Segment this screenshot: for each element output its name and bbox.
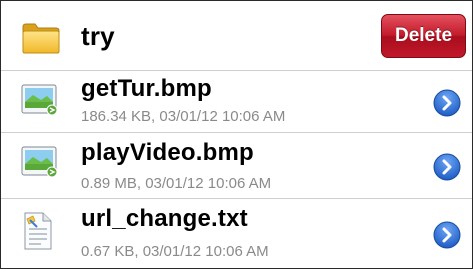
disclosure-button[interactable] (433, 89, 461, 117)
file-list: try Delete getTur.bmp 186.34 KB, 03/01/1… (0, 0, 473, 269)
chevron-right-icon (433, 221, 461, 249)
file-row[interactable]: getTur.bmp 186.34 KB, 03/01/12 10:06 AM (1, 71, 472, 133)
delete-button[interactable]: Delete (381, 14, 466, 58)
disclosure-button[interactable] (433, 221, 461, 249)
chevron-right-icon (433, 153, 461, 181)
folder-name: try (81, 21, 115, 51)
image-file-icon (21, 145, 59, 184)
file-details: 0.89 MB, 03/01/12 10:06 AM (81, 175, 272, 192)
file-details: 186.34 KB, 03/01/12 10:06 AM (81, 108, 286, 125)
folder-icon (21, 21, 61, 60)
file-name: playVideo.bmp (81, 139, 254, 166)
text-file-icon (21, 211, 55, 256)
file-row[interactable]: playVideo.bmp 0.89 MB, 03/01/12 10:06 AM (1, 133, 472, 199)
file-name: url_change.txt (81, 205, 248, 232)
file-details: 0.67 KB, 03/01/12 10:06 AM (81, 243, 269, 260)
image-file-icon (21, 83, 59, 122)
file-name: getTur.bmp (81, 75, 212, 102)
disclosure-button[interactable] (433, 153, 461, 181)
chevron-right-icon (433, 89, 461, 117)
folder-row[interactable]: try Delete (1, 1, 472, 71)
file-row[interactable]: url_change.txt 0.67 KB, 03/01/12 10:06 A… (1, 199, 472, 268)
